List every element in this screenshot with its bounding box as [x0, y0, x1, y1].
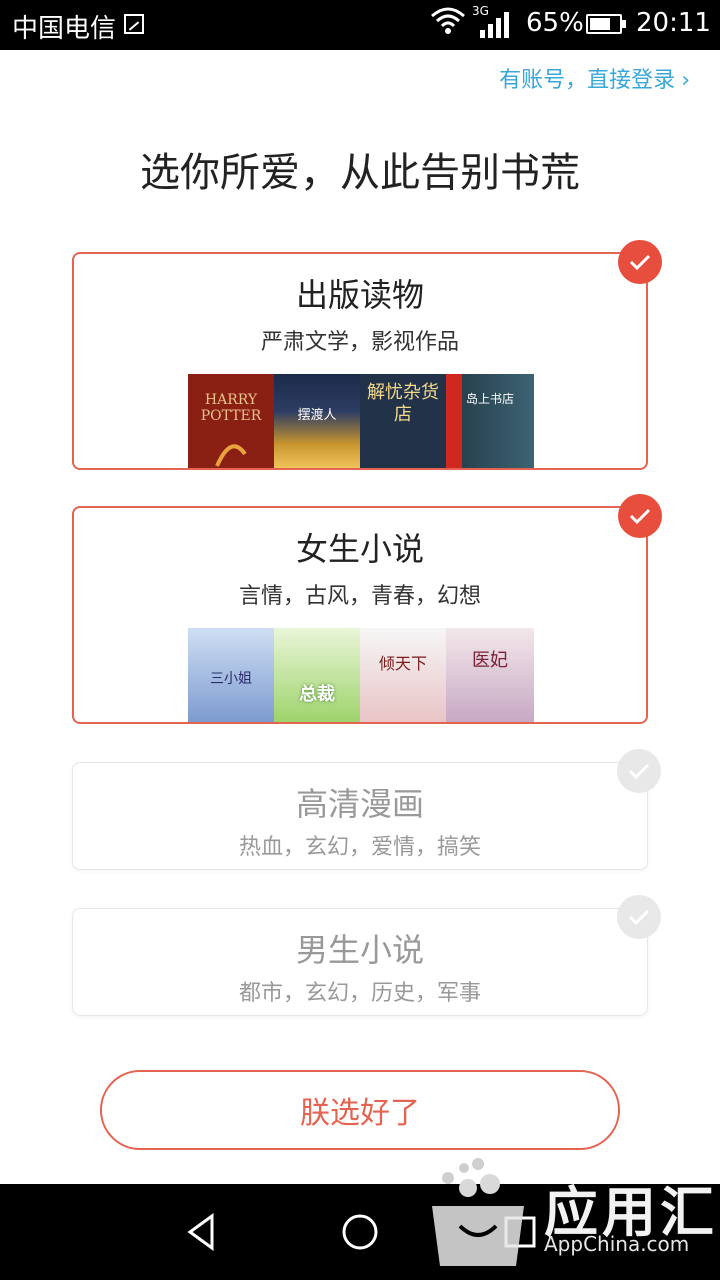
book-cover: 岛上书店	[446, 374, 534, 468]
book-cover: 三小姐	[188, 628, 274, 722]
chevron-right-icon: ›	[681, 68, 690, 93]
check-icon[interactable]	[618, 494, 662, 538]
book-covers: 三小姐 总裁 倾天下 医妃	[188, 628, 534, 722]
appchina-logo-icon	[432, 1158, 524, 1266]
category-card-publications[interactable]: 出版读物 严肃文学，影视作品 HARRY POTTER 摆渡人 解忧杂货店 岛上…	[72, 240, 662, 470]
login-link[interactable]: 有账号，直接登录 ›	[499, 62, 690, 94]
page-title: 选你所爱，从此告别书荒	[140, 150, 580, 196]
category-title: 男生小说	[295, 931, 424, 969]
book-cover: HARRY POTTER	[188, 374, 274, 468]
category-subtitle: 言情，古风，青春，幻想	[238, 584, 481, 609]
category-title: 女生小说	[295, 530, 424, 568]
book-cover: 倾天下	[360, 628, 446, 722]
check-icon[interactable]	[618, 240, 662, 284]
wifi-icon	[431, 7, 465, 34]
category-card-male-novels[interactable]: 男生小说 都市，玄幻，历史，军事	[72, 895, 661, 1016]
book-cover: 医妃	[446, 628, 534, 722]
confirm-button[interactable]: 朕选好了	[100, 1070, 620, 1150]
book-cover: 总裁	[274, 628, 360, 722]
book-covers: HARRY POTTER 摆渡人 解忧杂货店 岛上书店	[188, 374, 534, 468]
check-icon[interactable]	[617, 895, 661, 939]
image-notification-icon	[124, 14, 144, 34]
check-icon[interactable]	[617, 749, 661, 793]
category-subtitle: 热血，玄幻，爱情，搞笑	[238, 835, 481, 860]
carrier-label: 中国电信	[12, 14, 117, 44]
home-icon[interactable]	[336, 1208, 384, 1256]
category-card-female-novels[interactable]: 女生小说 言情，古风，青春，幻想 三小姐 总裁 倾天下 医妃	[72, 494, 662, 724]
category-card-comics[interactable]: 高清漫画 热血，玄幻，爱情，搞笑	[72, 749, 661, 870]
status-bar: 中国电信 3G 65% 20:11	[0, 0, 720, 50]
book-cover: 解忧杂货店	[360, 374, 446, 468]
category-title: 出版读物	[295, 276, 424, 314]
signal-icon	[480, 12, 509, 38]
book-cover: 摆渡人	[274, 374, 360, 468]
clock: 20:11	[636, 8, 711, 38]
back-icon[interactable]	[178, 1208, 226, 1256]
category-subtitle: 都市，玄幻，历史，军事	[238, 981, 481, 1006]
battery-percent: 65%	[526, 8, 584, 38]
category-title: 高清漫画	[295, 785, 424, 823]
watermark-subtext: AppChina.com	[544, 1232, 690, 1256]
battery-icon	[586, 14, 626, 34]
category-subtitle: 严肃文学，影视作品	[260, 330, 459, 355]
watermark: 应用汇 AppChina.com	[420, 1150, 720, 1280]
login-link-label: 有账号，直接登录	[499, 68, 676, 93]
